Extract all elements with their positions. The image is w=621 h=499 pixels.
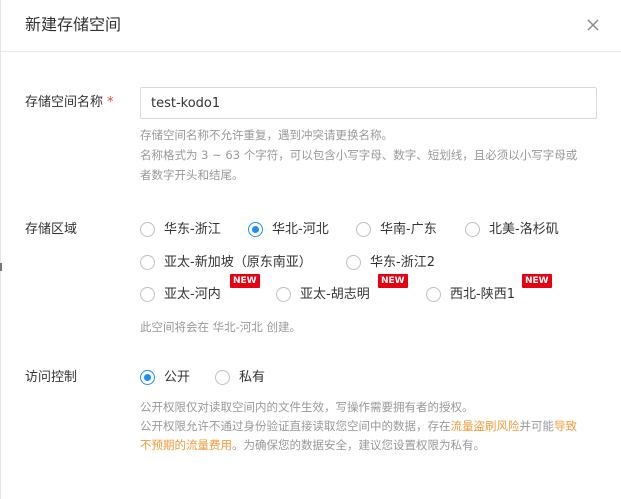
radio-circle: [276, 287, 291, 302]
access-help-line-3: 不预期的流量费用。为确保您的数据安全，建议您设置权限为私有。: [140, 436, 485, 455]
region-option-label: 亚太-新加坡（原东南亚）: [164, 255, 312, 270]
bucket-name-help-line-3: 者数字开头和结尾。: [140, 168, 244, 182]
required-mark: *: [107, 95, 114, 110]
bucket-name-input[interactable]: [140, 87, 597, 119]
dialog-left-edge: [0, 0, 1, 499]
region-option-label: 华南-广东: [380, 222, 437, 237]
region-option-label: 亚太-胡志明: [300, 287, 370, 302]
radio-circle-checked: [140, 370, 155, 385]
access-option-label: 私有: [239, 370, 266, 385]
radio-circle: [346, 255, 361, 270]
access-option-label: 公开: [164, 370, 191, 385]
region-option-label: 亚太-河内: [164, 287, 221, 302]
access-help-text: 公开权限允许不通过身份验证直接读取您空间中的数据，存在: [140, 419, 451, 433]
bucket-name-label-text: 存储空间名称: [25, 95, 104, 110]
region-note: 此空间将会在 华北-河北 创建。: [140, 320, 301, 334]
close-icon[interactable]: [582, 14, 604, 36]
access-control-label: 访问控制: [25, 370, 78, 385]
access-help-text: 并可能: [519, 419, 555, 433]
region-option-label: 北美-洛杉矶: [489, 222, 559, 237]
dialog-title: 新建存储空间: [25, 15, 122, 34]
new-badge: NEW: [522, 274, 552, 288]
region-option-label: 西北-陕西1: [450, 287, 515, 302]
access-help-line-2: 公开权限允许不通过身份验证直接读取您空间中的数据，存在流量盗刷风险并可能导致: [140, 417, 577, 436]
unexpected-cost-link-part1[interactable]: 导致: [554, 419, 577, 433]
radio-circle: [140, 222, 155, 237]
radio-circle: [465, 222, 480, 237]
region-option-label: 华东-浙江: [164, 222, 221, 237]
radio-circle: [140, 255, 155, 270]
traffic-theft-risk-link[interactable]: 流量盗刷风险: [451, 419, 520, 433]
region-label: 存储区域: [25, 222, 78, 237]
bucket-name-help-line-2: 名称格式为 3 ~ 63 个字符，可以包含小写字母、数字、短划线，且必须以小写字…: [140, 148, 578, 162]
region-option-label: 华北-河北: [272, 222, 329, 237]
bucket-name-help-line-1: 存储空间名称不允许重复，遇到冲突请更换名称。: [140, 128, 393, 142]
dialog-header: 新建存储空间: [0, 0, 621, 52]
region-option-label: 华东-浙江2: [370, 255, 435, 270]
radio-circle: [356, 222, 371, 237]
unexpected-cost-link-part2[interactable]: 不预期的流量费用: [140, 438, 232, 452]
create-bucket-dialog: 新建存储空间 存储空间名称* 存储空间名称不允许重复，遇到冲突请更换名称。 名称…: [0, 0, 621, 499]
bucket-name-label: 存储空间名称 *: [25, 94, 114, 112]
radio-circle: [426, 287, 441, 302]
new-badge: NEW: [378, 274, 408, 288]
access-help-line-1: 公开权限仅对读取空间内的文件生效，写操作需要拥有者的授权。: [140, 400, 474, 414]
left-edge-mark: [0, 263, 2, 271]
radio-circle: [215, 370, 230, 385]
radio-circle: [140, 287, 155, 302]
radio-circle-checked: [248, 222, 263, 237]
new-badge: NEW: [230, 274, 260, 288]
access-help-text: 。为确保您的数据安全，建议您设置权限为私有。: [232, 438, 485, 452]
